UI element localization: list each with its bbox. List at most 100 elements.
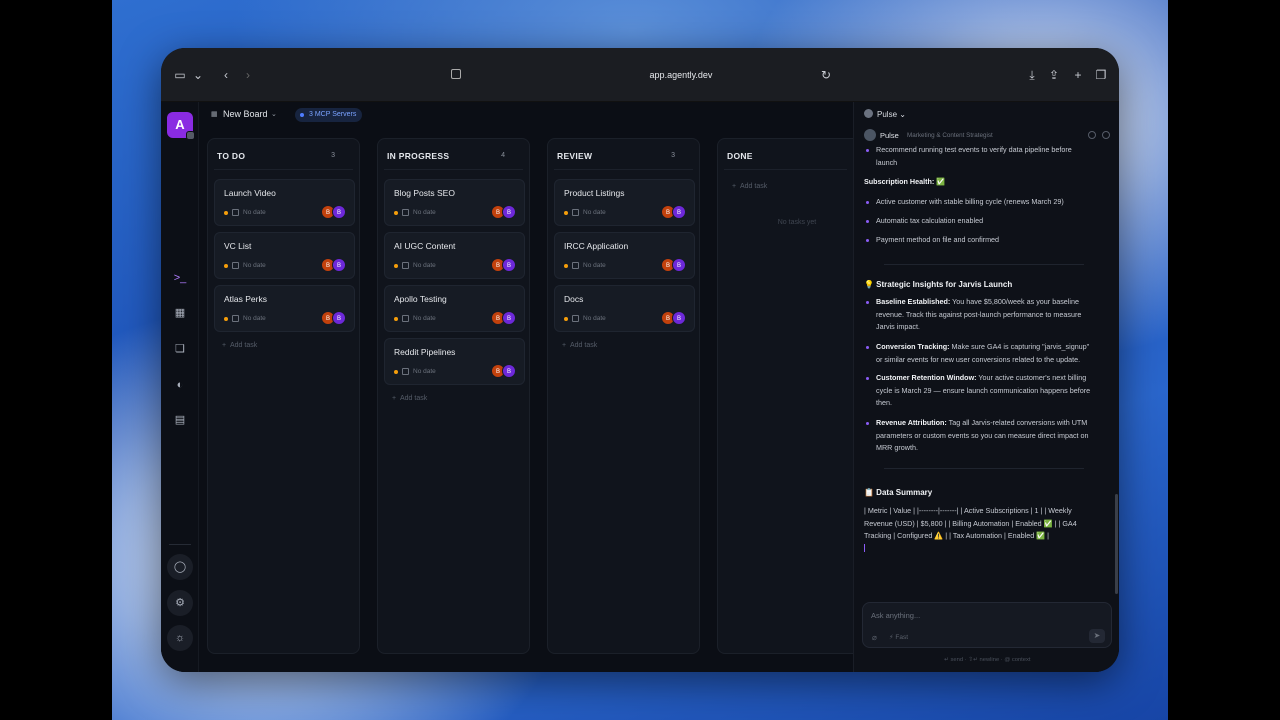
add-task-button[interactable]: + Add task: [732, 183, 767, 190]
attach-icon[interactable]: ⌀: [872, 633, 877, 642]
chat-messages[interactable]: Recommend running test events to verify …: [854, 146, 1119, 590]
column-in-progress: IN PROGRESS 4 Blog Posts SEO No date B B…: [377, 138, 530, 654]
message-text: cycle is March 29 — ensure launch commun…: [876, 385, 1091, 395]
add-task-button[interactable]: + Add task: [562, 342, 597, 349]
new-tab-icon[interactable]: +: [1071, 68, 1085, 82]
column-title: REVIEW: [557, 151, 593, 161]
avatar: B: [332, 205, 346, 219]
priority-dot: [394, 264, 398, 268]
divider: [884, 264, 1084, 265]
documents-icon[interactable]: ❏: [167, 336, 193, 362]
add-task-label: Add task: [229, 342, 258, 349]
chat-input[interactable]: Ask anything...: [871, 611, 920, 620]
address-bar[interactable]: app.agently.dev: [581, 67, 781, 83]
bullet-item: Revenue Attribution: Tag all Jarvis-rela…: [866, 417, 1114, 455]
download-icon[interactable]: ⤓: [1025, 68, 1039, 82]
board-selector[interactable]: New Board: [223, 109, 268, 119]
priority-dot: [224, 211, 228, 215]
tabs-overview-icon[interactable]: ❐: [1094, 68, 1108, 82]
add-task-label: Add task: [739, 183, 768, 190]
agent-role: Marketing & Content Strategist: [907, 132, 993, 139]
priority-dot: [564, 264, 568, 268]
browser-toolbar: ▭ ⌄ ‹ › app.agently.dev ↻ ⤓ ⇪ + ❐: [161, 48, 1119, 102]
message-text: launch: [876, 157, 898, 167]
theme-sun-icon[interactable]: ☼: [167, 625, 193, 651]
agent-selector[interactable]: Pulse ⌄: [864, 109, 906, 119]
task-title: AI UGC Content: [394, 241, 456, 251]
add-task-button[interactable]: + Add task: [392, 395, 427, 402]
agent-name: Pulse: [880, 131, 899, 140]
column-review: REVIEW 3 Product Listings No date B B IR…: [547, 138, 700, 654]
settings-gear-icon[interactable]: ⚙: [167, 590, 193, 616]
section-heading: 💡 Strategic Insights for Jarvis Launch: [864, 280, 1013, 289]
chat-scrollbar[interactable]: [1115, 494, 1118, 594]
reload-icon[interactable]: ↻: [819, 68, 833, 82]
calendar-icon: [232, 209, 239, 216]
task-card[interactable]: Reddit Pipelines No date B B: [384, 338, 525, 385]
history-icon[interactable]: [1088, 131, 1096, 139]
task-title: Launch Video: [224, 188, 276, 198]
message-text: revenue. Track this against post-launch …: [876, 309, 1082, 319]
message-text: Customer Retention Window:: [876, 373, 977, 382]
task-card[interactable]: Product Listings No date B B: [554, 179, 695, 226]
task-date: No date: [243, 209, 266, 216]
task-title: Docs: [564, 294, 584, 304]
calendar-icon: [402, 368, 409, 375]
back-icon[interactable]: ‹: [219, 68, 233, 82]
task-date: No date: [413, 262, 436, 269]
message-text: Tracking | Configured ⚠️ | | Tax Automat…: [864, 531, 1050, 541]
task-card[interactable]: IRCC Application No date B B: [554, 232, 695, 279]
mode-toggle[interactable]: ⚡ Fast: [889, 633, 908, 641]
message-text: Subscription Health: ✅: [864, 177, 946, 186]
agent-icon: [864, 109, 873, 118]
column-title: TO DO: [217, 151, 246, 161]
browser-window: ▭ ⌄ ‹ › app.agently.dev ↻ ⤓ ⇪ + ❐ A >_ ▦…: [161, 48, 1119, 672]
task-title: Product Listings: [564, 188, 625, 198]
sidebar-toggle-icon[interactable]: ▭: [173, 68, 187, 82]
task-card[interactable]: AI UGC Content No date B B: [384, 232, 525, 279]
priority-dot: [394, 211, 398, 215]
task-card[interactable]: Docs No date B B: [554, 285, 695, 332]
page-settings-icon[interactable]: [451, 69, 461, 79]
chevron-down-icon[interactable]: ⌄: [191, 68, 205, 82]
bullet-item: Payment method on file and confirmed: [866, 234, 1114, 247]
activity-icon[interactable]: ◐: [167, 372, 193, 398]
message-text: Tag all Jarvis-related conversions with …: [946, 418, 1088, 427]
task-card[interactable]: Atlas Perks No date B B: [214, 285, 355, 332]
chat-icon[interactable]: ◯: [167, 554, 193, 580]
task-card[interactable]: Apollo Testing No date B B: [384, 285, 525, 332]
mcp-servers-badge[interactable]: 3 MCP Servers: [295, 108, 363, 122]
keyboard-hint: ↵ send · ⇧↵ newline · @ context: [944, 657, 1031, 663]
terminal-icon[interactable]: >_: [167, 265, 193, 291]
column-divider: [214, 169, 353, 170]
reset-icon[interactable]: [1102, 131, 1110, 139]
task-card[interactable]: VC List No date B B: [214, 232, 355, 279]
inbox-icon[interactable]: ▤: [167, 407, 193, 433]
share-icon[interactable]: ⇪: [1047, 68, 1061, 82]
message-text: or similar events for new user conversio…: [876, 354, 1081, 364]
calendar-icon: [572, 209, 579, 216]
add-task-button[interactable]: + Add task: [222, 342, 257, 349]
column-count: 3: [671, 152, 675, 159]
task-title: IRCC Application: [564, 241, 629, 251]
chat-input-box[interactable]: Ask anything... ⌀ ⚡ Fast ➤: [862, 602, 1112, 648]
task-date: No date: [243, 262, 266, 269]
task-card[interactable]: Blog Posts SEO No date B B: [384, 179, 525, 226]
rail-divider: [169, 544, 191, 545]
priority-dot: [224, 317, 228, 321]
avatar: B: [672, 205, 686, 219]
forward-icon[interactable]: ›: [241, 68, 255, 82]
bullet-item: Baseline Established: You have $5,800/we…: [866, 296, 1114, 334]
task-date: No date: [583, 315, 606, 322]
send-button[interactable]: ➤: [1089, 629, 1105, 643]
task-card[interactable]: Launch Video No date B B: [214, 179, 355, 226]
chevron-down-icon[interactable]: ⌄: [271, 110, 277, 118]
message-text: Baseline Established:: [876, 297, 951, 306]
message-text: Your active customer's next billing: [976, 373, 1087, 382]
avatar: B: [502, 258, 516, 272]
message-text: MRR growth.: [876, 443, 918, 453]
calendar-icon: [402, 315, 409, 322]
column-divider: [724, 169, 847, 170]
add-task-label: Add task: [569, 342, 598, 349]
calendar-icon[interactable]: ▦: [167, 300, 193, 326]
